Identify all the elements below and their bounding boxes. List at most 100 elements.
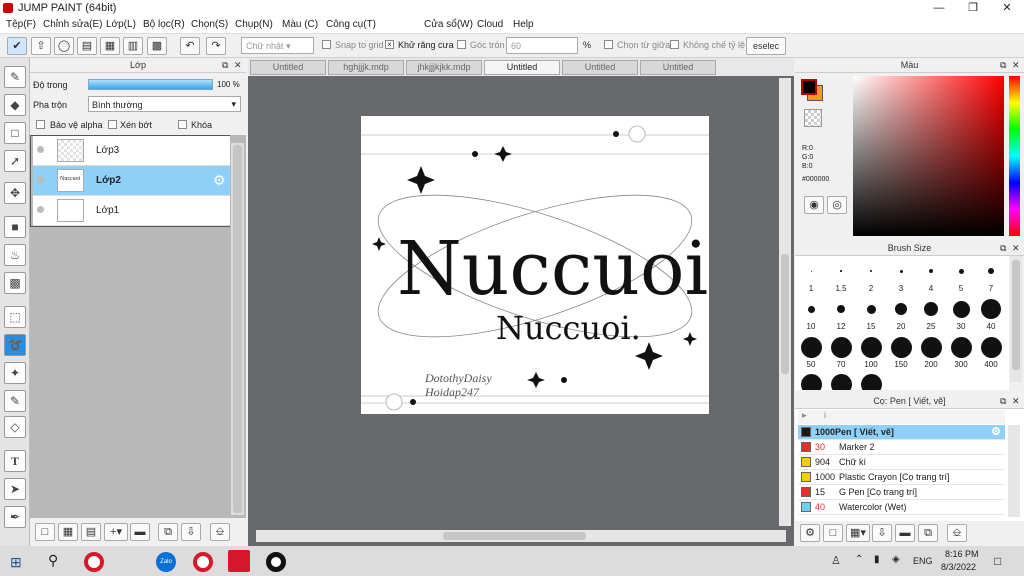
tool-item[interactable]: 15 G Pen [Cọ trang trí] <box>798 485 1005 500</box>
brush-size-cell[interactable]: 4 <box>916 258 946 296</box>
add-tool-icon[interactable]: ▦▾ <box>846 524 870 542</box>
horizontal-scrollbar[interactable] <box>256 530 786 542</box>
scroll-thumb[interactable] <box>233 145 242 513</box>
rectangle-tool-icon[interactable]: □ <box>4 122 26 144</box>
brush-size-cell[interactable]: 400 <box>976 334 1006 372</box>
brush-size-cell[interactable]: 1 <box>796 258 826 296</box>
brush-size-cell[interactable]: 7 <box>976 258 1006 296</box>
brush-size-cell[interactable]: 70 <box>826 334 856 372</box>
brush-size-cell[interactable]: 300 <box>946 334 976 372</box>
select-center-checkbox[interactable] <box>604 40 613 49</box>
add-layer-icon[interactable]: +▾ <box>104 523 128 541</box>
tool-item-selected[interactable]: 1000Pen [ Viết, vẽ] ⚙ <box>798 425 1005 440</box>
menu-window[interactable]: Cửa sổ(W) <box>424 19 473 30</box>
minimize-icon[interactable]: — <box>922 0 956 16</box>
chevron-up-icon[interactable]: ⌃ <box>855 554 863 565</box>
layer-row-selected[interactable]: Nuccuoi Lớp2 ⚙ <box>33 166 230 196</box>
color-picker-area[interactable] <box>853 76 1004 236</box>
lock-checkbox[interactable] <box>178 120 187 129</box>
pen-tool-icon[interactable]: ✎ <box>4 66 26 88</box>
eye-icon[interactable] <box>37 206 44 213</box>
deselect-button[interactable]: eselec <box>746 37 786 55</box>
redo-icon[interactable]: ↷ <box>206 37 226 55</box>
jump-paint-taskbar-icon[interactable] <box>228 550 250 572</box>
layer-row[interactable]: Lớp1 <box>33 196 230 226</box>
palette-edit-icon[interactable]: ◎ <box>827 196 847 214</box>
panel-close-icon[interactable]: ✕ <box>1012 241 1020 256</box>
caption-icon[interactable]: ▤ <box>77 37 97 55</box>
gradient-tool-icon[interactable]: ▩ <box>4 272 26 294</box>
menu-file[interactable]: Tệp(F) <box>6 19 36 30</box>
fill-rect-tool-icon[interactable]: ■ <box>4 216 26 238</box>
gear-icon[interactable]: ⚙ <box>991 425 1001 439</box>
record-icon[interactable] <box>266 552 286 572</box>
bucket-tool-icon[interactable]: ♨ <box>4 244 26 266</box>
tool-item[interactable]: 904 Chữ kí <box>798 455 1005 470</box>
document-icon[interactable]: ▦ <box>100 37 120 55</box>
float-icon[interactable]: ⧉ <box>1000 394 1006 409</box>
eyedropper-tool-icon[interactable]: ✒ <box>4 506 26 528</box>
wifi-icon[interactable]: ◈ <box>892 554 900 565</box>
corner-round-checkbox[interactable] <box>457 40 466 49</box>
shape-select[interactable]: Chữ nhật ▾ <box>241 37 314 54</box>
brush-size-cell[interactable]: 150 <box>886 334 916 372</box>
check-icon[interactable]: ✔ <box>7 37 27 55</box>
menu-help[interactable]: Help <box>513 19 534 30</box>
tool-item[interactable]: 1000 Plastic Crayon [Cọ trang trí] <box>798 470 1005 485</box>
brush-size-cell[interactable]: 1.5 <box>826 258 856 296</box>
menu-cloud[interactable]: Cloud <box>477 19 503 30</box>
duplicate-icon[interactable]: ⧉ <box>158 523 178 541</box>
folder-icon[interactable]: ▬ <box>130 523 150 541</box>
hue-slider[interactable] <box>1009 76 1020 236</box>
zalo-icon[interactable]: Zalo <box>156 552 176 572</box>
move-tool-icon[interactable]: ✥ <box>4 182 26 204</box>
brush-scroll-thumb[interactable] <box>1012 260 1020 370</box>
panel-close-icon[interactable]: ✕ <box>1012 58 1020 73</box>
blend-select[interactable]: Bình thường ▾ <box>88 96 241 112</box>
menu-color[interactable]: Màu (C) <box>282 19 318 30</box>
snap-grid-checkbox[interactable] <box>322 40 331 49</box>
opera-icon[interactable] <box>84 552 104 572</box>
brush-scrollbar[interactable] <box>1010 256 1022 382</box>
panel-icon[interactable]: ▥ <box>123 37 143 55</box>
trash-icon[interactable]: ⎒ <box>210 523 230 541</box>
select-pen-tool-icon[interactable]: ✎ <box>4 390 26 412</box>
line-tool-icon[interactable]: ➚ <box>4 150 26 172</box>
menu-edit[interactable]: Chỉnh sửa(E) <box>43 19 103 30</box>
tool-scrollbar[interactable] <box>1008 425 1020 517</box>
panel-close-icon[interactable]: ✕ <box>234 58 242 73</box>
brush-size-cell[interactable]: 30 <box>946 296 976 334</box>
tab-jhkjjjkjkk[interactable]: jhkjjjkjkk.mdp <box>406 60 482 75</box>
menu-select[interactable]: Chọn(S) <box>191 19 228 30</box>
brush-size-cell[interactable]: 40 <box>976 296 1006 334</box>
undo-icon[interactable]: ↶ <box>180 37 200 55</box>
new-layer-alt-icon[interactable]: ▦ <box>58 523 78 541</box>
primary-color-swatch[interactable] <box>801 79 817 95</box>
corner-value-input[interactable]: 60 <box>506 37 578 54</box>
opera-gx-icon[interactable] <box>193 552 213 572</box>
new-layer-icon[interactable]: □ <box>35 523 55 541</box>
magic-wand-tool-icon[interactable]: ✦ <box>4 362 26 384</box>
palette-icon[interactable]: ◉ <box>804 196 824 214</box>
brush-size-cell[interactable]: 2 <box>856 258 886 296</box>
layer-row[interactable]: Lớp3 <box>33 136 230 166</box>
tab-hghjjjk[interactable]: hghjjjk.mdp <box>328 60 404 75</box>
speech-bubble-icon[interactable]: ◯ <box>54 37 74 55</box>
brush-dot[interactable] <box>801 374 822 390</box>
lasso-tool-icon[interactable]: ➰ <box>4 334 26 356</box>
vertical-scrollbar[interactable] <box>779 78 791 526</box>
grid-icon[interactable]: ▩ <box>147 37 167 55</box>
brush-size-cell[interactable]: 200 <box>916 334 946 372</box>
menu-tools[interactable]: Công cụ(T) <box>326 19 376 30</box>
panel-close-icon[interactable]: ✕ <box>1012 394 1020 409</box>
float-icon[interactable]: ⧉ <box>1000 241 1006 256</box>
transparent-swatch[interactable] <box>804 109 822 127</box>
brush-size-cell[interactable]: 100 <box>856 334 886 372</box>
anti-alias-checkbox[interactable]: × <box>385 40 394 49</box>
tab-untitled-4[interactable]: Untitled <box>640 60 716 75</box>
new-tool-icon[interactable]: □ <box>823 524 843 542</box>
eye-icon[interactable] <box>37 176 44 183</box>
tool-duplicate-icon[interactable]: ⧉ <box>918 524 938 542</box>
export-icon[interactable]: ⇧ <box>31 37 51 55</box>
tab-untitled-1[interactable]: Untitled <box>250 60 326 75</box>
